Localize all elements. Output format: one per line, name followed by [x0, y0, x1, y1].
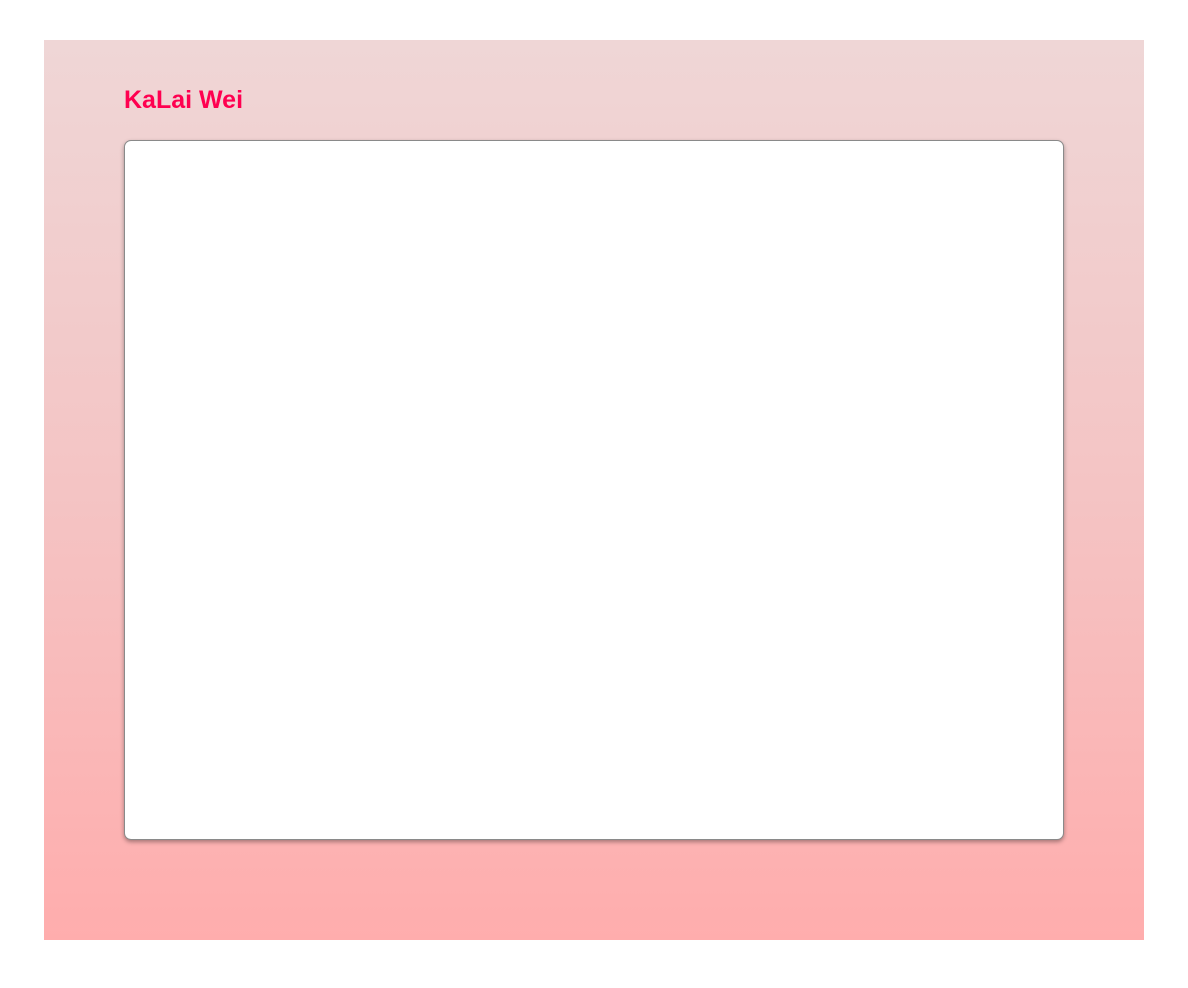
profile-name-heading: KaLai Wei: [124, 86, 244, 114]
content-card: [124, 140, 1064, 840]
profile-panel: KaLai Wei: [44, 40, 1144, 940]
